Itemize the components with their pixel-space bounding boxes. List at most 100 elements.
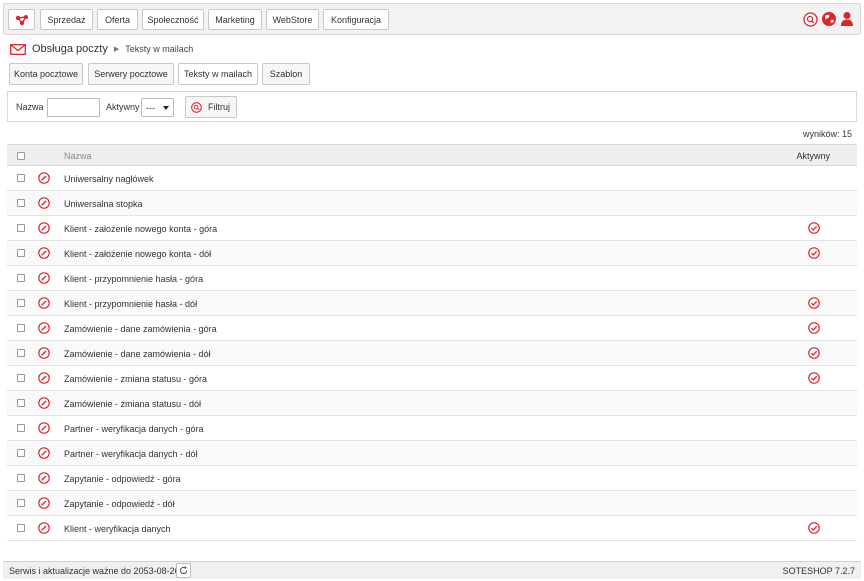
- name-filter-label: Nazwa: [16, 102, 44, 112]
- row-checkbox[interactable]: [17, 474, 25, 482]
- refresh-icon: [179, 566, 188, 575]
- row-checkbox[interactable]: [17, 449, 25, 457]
- table-row[interactable]: Zamówienie - dane zamówienia - góra: [7, 316, 857, 341]
- search-icon[interactable]: [803, 11, 818, 27]
- active-check-icon[interactable]: [808, 247, 820, 259]
- breadcrumb-section[interactable]: Obsługa poczty: [32, 43, 108, 55]
- active-check-icon[interactable]: [808, 372, 820, 384]
- active-filter-label: Aktywny: [106, 102, 140, 112]
- tab-konta-pocztowe[interactable]: Konta pocztowe: [9, 63, 83, 85]
- table-row[interactable]: Partner - weryfikacja danych - góra: [7, 416, 857, 441]
- row-name[interactable]: Partner - weryfikacja danych - dół: [64, 449, 198, 459]
- tab-teksty-w-mailach[interactable]: Teksty w mailach: [178, 63, 258, 85]
- row-checkbox[interactable]: [17, 224, 25, 232]
- table-row[interactable]: Zamówienie - zmiana statusu - góra: [7, 366, 857, 391]
- edit-icon[interactable]: [38, 472, 50, 484]
- edit-icon[interactable]: [38, 247, 50, 259]
- row-name[interactable]: Zamówienie - dane zamówienia - dół: [64, 349, 211, 359]
- table-row[interactable]: Klient - przypomnienie hasła - góra: [7, 266, 857, 291]
- table-row[interactable]: Zamówienie - dane zamówienia - dół: [7, 341, 857, 366]
- active-check-icon[interactable]: [808, 522, 820, 534]
- active-check-icon[interactable]: [808, 322, 820, 334]
- search-icon: [191, 101, 202, 113]
- logo-icon: [15, 14, 28, 25]
- table-row[interactable]: Partner - weryfikacja danych - dół: [7, 441, 857, 466]
- edit-icon[interactable]: [38, 297, 50, 309]
- edit-icon[interactable]: [38, 172, 50, 184]
- row-name[interactable]: Zamówienie - zmiana statusu - góra: [64, 374, 207, 384]
- row-checkbox[interactable]: [17, 324, 25, 332]
- table-row[interactable]: Uniwersalny nagłówek: [7, 166, 857, 191]
- table-row[interactable]: Klient - weryfikacja danych: [7, 516, 857, 541]
- edit-icon[interactable]: [38, 347, 50, 359]
- table-row[interactable]: Klient - założenie nowego konta - góra: [7, 216, 857, 241]
- table-row[interactable]: Uniwersalna stopka: [7, 191, 857, 216]
- service-expiry-text: Serwis i aktualizacje ważne do 2053-08-2…: [9, 566, 180, 576]
- row-checkbox[interactable]: [17, 274, 25, 282]
- nav-item-sprzedaz[interactable]: Sprzedaż: [40, 9, 93, 30]
- tab-szablon[interactable]: Szablon: [262, 63, 310, 85]
- select-all-checkbox[interactable]: [17, 152, 25, 160]
- row-name[interactable]: Zapytanie - odpowiedź - dół: [64, 499, 175, 509]
- table-row[interactable]: Klient - przypomnienie hasła - dół: [7, 291, 857, 316]
- row-checkbox[interactable]: [17, 249, 25, 257]
- edit-icon[interactable]: [38, 447, 50, 459]
- row-name[interactable]: Klient - przypomnienie hasła - dół: [64, 299, 197, 309]
- row-checkbox[interactable]: [17, 399, 25, 407]
- row-name[interactable]: Zamówienie - zmiana statusu - dół: [64, 399, 201, 409]
- table-body: Uniwersalny nagłówek Uniwersalna stopka Kl…: [7, 166, 857, 541]
- active-check-icon[interactable]: [808, 347, 820, 359]
- table-row[interactable]: Klient - założenie nowego konta - dół: [7, 241, 857, 266]
- edit-icon[interactable]: [38, 397, 50, 409]
- row-checkbox[interactable]: [17, 174, 25, 182]
- row-checkbox[interactable]: [17, 299, 25, 307]
- row-name[interactable]: Uniwersalny nagłówek: [64, 174, 154, 184]
- user-icon[interactable]: [840, 11, 854, 27]
- breadcrumb-separator-icon: ▶: [113, 46, 120, 53]
- column-header-name[interactable]: Nazwa: [64, 151, 92, 161]
- active-check-icon[interactable]: [808, 297, 820, 309]
- edit-icon[interactable]: [38, 422, 50, 434]
- edit-icon[interactable]: [38, 272, 50, 284]
- row-name[interactable]: Partner - weryfikacja danych - góra: [64, 424, 204, 434]
- filter-button[interactable]: Filtruj: [185, 96, 237, 118]
- row-checkbox[interactable]: [17, 199, 25, 207]
- row-name[interactable]: Klient - założenie nowego konta - góra: [64, 224, 217, 234]
- row-checkbox[interactable]: [17, 349, 25, 357]
- edit-icon[interactable]: [38, 322, 50, 334]
- nav-item-webstore[interactable]: WebStore: [266, 9, 319, 30]
- globe-icon[interactable]: [821, 11, 837, 27]
- table-header: Nazwa Aktywny: [7, 144, 857, 166]
- nav-item-oferta[interactable]: Oferta: [97, 9, 138, 30]
- row-name[interactable]: Klient - weryfikacja danych: [64, 524, 171, 534]
- refresh-button[interactable]: [176, 563, 191, 578]
- edit-icon[interactable]: [38, 372, 50, 384]
- row-checkbox[interactable]: [17, 424, 25, 432]
- edit-icon[interactable]: [38, 522, 50, 534]
- filter-bar: Nazwa Aktywny --- Filtruj: [7, 91, 857, 122]
- column-header-active[interactable]: Aktywny: [796, 151, 830, 161]
- active-filter-select[interactable]: ---: [141, 98, 174, 117]
- version-label: SOTESHOP 7.2.7: [782, 566, 855, 576]
- row-checkbox[interactable]: [17, 374, 25, 382]
- nav-item-konfiguracja[interactable]: Konfiguracja: [323, 9, 389, 30]
- active-check-icon[interactable]: [808, 222, 820, 234]
- name-filter-input[interactable]: [47, 98, 100, 117]
- table-row[interactable]: Zapytanie - odpowiedź - góra: [7, 466, 857, 491]
- edit-icon[interactable]: [38, 197, 50, 209]
- row-name[interactable]: Zapytanie - odpowiedź - góra: [64, 474, 181, 484]
- nav-item-spolecznosc[interactable]: Społeczność: [142, 9, 204, 30]
- table-row[interactable]: Zapytanie - odpowiedź - dół: [7, 491, 857, 516]
- row-name[interactable]: Zamówienie - dane zamówienia - góra: [64, 324, 217, 334]
- row-name[interactable]: Klient - przypomnienie hasła - góra: [64, 274, 203, 284]
- table-row[interactable]: Zamówienie - zmiana statusu - dół: [7, 391, 857, 416]
- row-name[interactable]: Klient - założenie nowego konta - dół: [64, 249, 211, 259]
- tab-serwery-pocztowe[interactable]: Serwery pocztowe: [88, 63, 174, 85]
- row-name[interactable]: Uniwersalna stopka: [64, 199, 143, 209]
- row-checkbox[interactable]: [17, 524, 25, 532]
- edit-icon[interactable]: [38, 497, 50, 509]
- edit-icon[interactable]: [38, 222, 50, 234]
- nav-item-marketing[interactable]: Marketing: [208, 9, 262, 30]
- row-checkbox[interactable]: [17, 499, 25, 507]
- home-logo-button[interactable]: [8, 9, 35, 30]
